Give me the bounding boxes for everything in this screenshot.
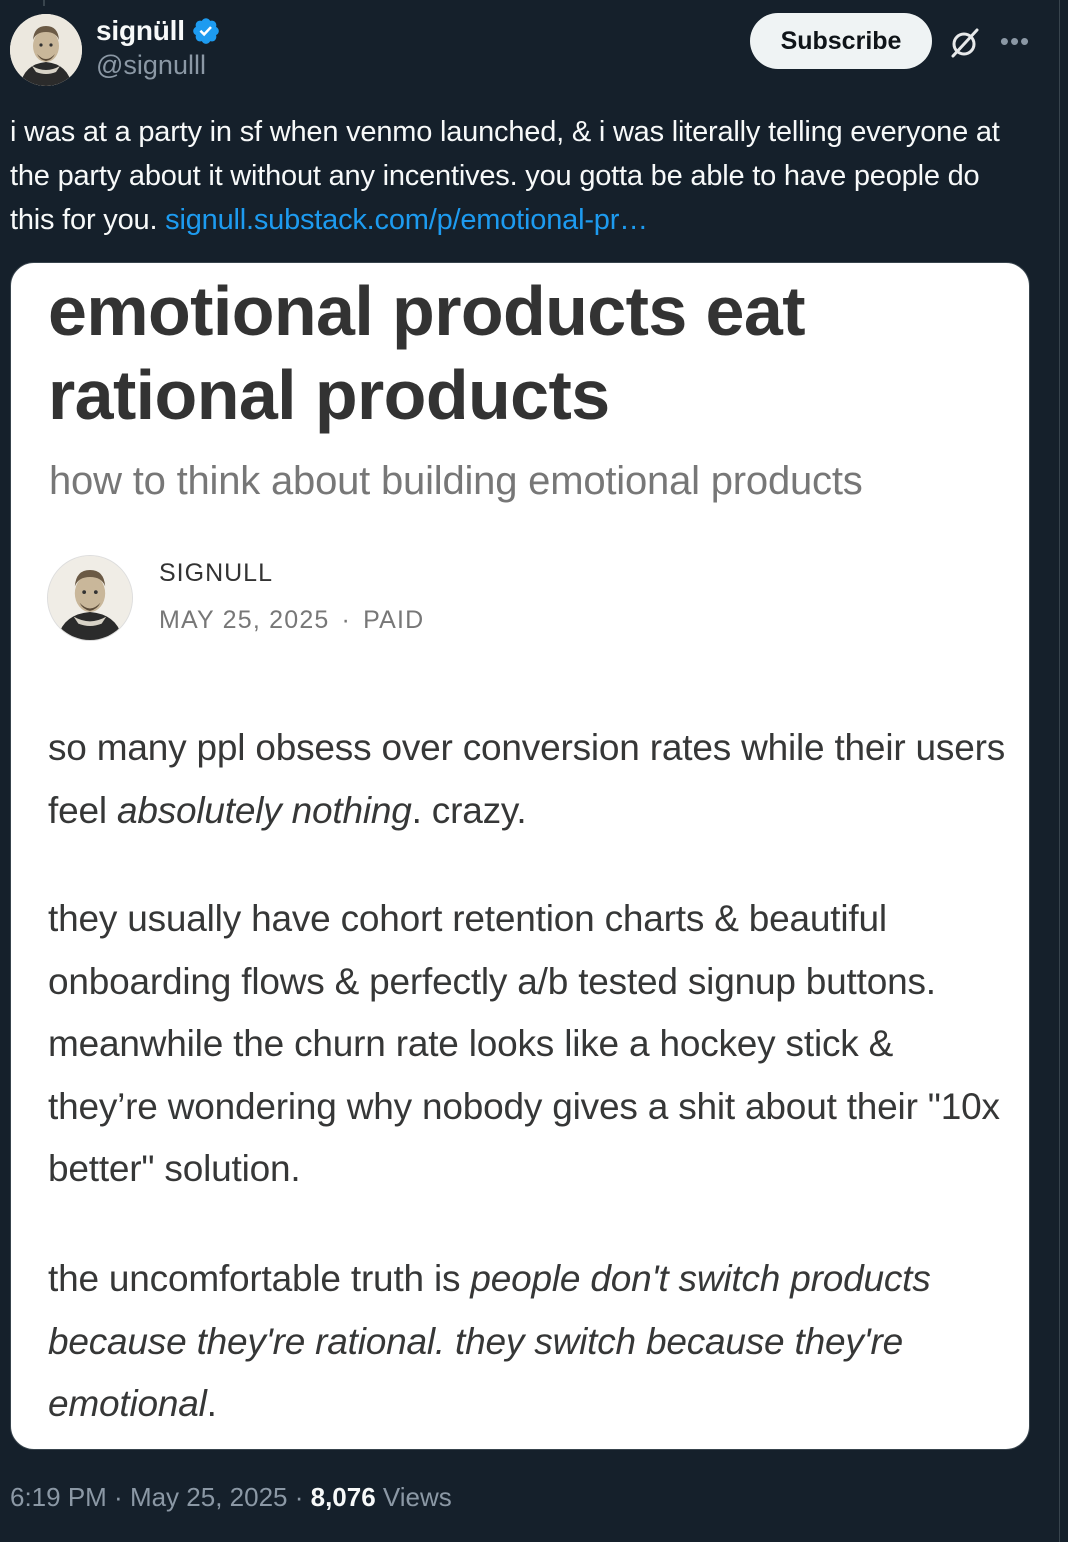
footer-dot: ·: [106, 1482, 130, 1512]
views-label: Views: [375, 1482, 452, 1512]
p1-text-b: . crazy.: [411, 789, 527, 831]
name-row: signüll: [96, 15, 221, 47]
article-author-name: SIGNULL: [159, 559, 273, 587]
article-subtitle: how to think about building emotional pr…: [49, 459, 863, 503]
article-paragraph-3: the uncomfortable truth is people don't …: [48, 1248, 1008, 1436]
author-avatar[interactable]: [10, 14, 82, 86]
article-paragraph-1: so many ppl obsess over conversion rates…: [48, 717, 1008, 842]
tweet-date[interactable]: May 25, 2025: [130, 1482, 288, 1512]
tweet-header: signüll @signulll Subscribe •••: [8, 12, 1038, 92]
subscribe-button[interactable]: Subscribe: [750, 13, 932, 69]
column-divider: [1059, 0, 1060, 1542]
article-date: MAY 25, 2025: [159, 606, 330, 634]
display-name[interactable]: signüll: [96, 15, 185, 47]
article-paragraph-2: they usually have cohort retention chart…: [48, 898, 1000, 1189]
grok-icon[interactable]: [948, 26, 982, 60]
author-handle[interactable]: @signulll: [96, 50, 206, 81]
p1-emphasis: absolutely nothing: [116, 789, 412, 831]
tweet-link[interactable]: signull.substack.com/p/emotional-pr…: [165, 204, 648, 236]
article-title: emotional products eat rational products: [48, 272, 806, 434]
footer-dot: ·: [287, 1482, 311, 1512]
views-count: 8,076: [310, 1482, 376, 1512]
article-author-avatar: [47, 555, 133, 641]
article-meta: MAY 25, 2025 · PAID: [159, 606, 424, 635]
tweet-footer: 6:19 PM · May 25, 2025 · 8,076 Views: [10, 1482, 452, 1513]
more-icon[interactable]: •••: [998, 24, 1032, 58]
thread-connector: [43, 0, 45, 6]
portrait-avatar-image: [10, 14, 82, 86]
tweet-text: i was at a party in sf when venmo launch…: [10, 110, 1020, 242]
article-preview-card[interactable]: emotional products eat rational products…: [10, 262, 1030, 1450]
meta-separator: ·: [341, 606, 352, 634]
verified-badge-icon[interactable]: [191, 16, 221, 46]
portrait-avatar-image: [48, 556, 132, 640]
p3-text-b: .: [206, 1383, 217, 1424]
tweet-time[interactable]: 6:19 PM: [10, 1482, 107, 1512]
article-access: PAID: [363, 606, 425, 634]
p3-text-a: the uncomfortable truth is: [48, 1258, 471, 1299]
